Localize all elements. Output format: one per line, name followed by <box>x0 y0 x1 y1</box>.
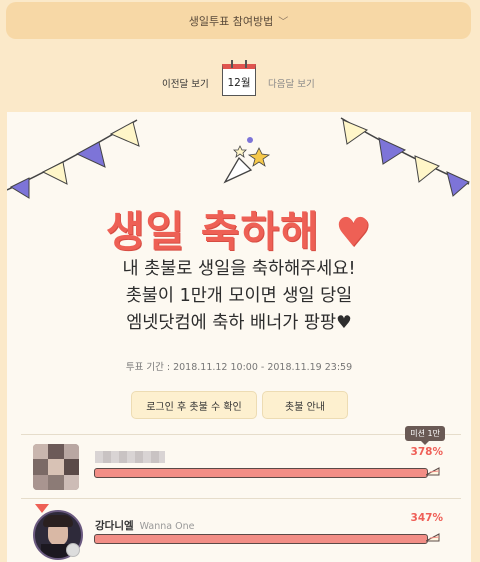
description-line: 내 촛불로 생일을 축하해주세요! <box>122 259 356 279</box>
vote-percent: 347% <box>410 512 443 524</box>
birthday-vote-card: 생일 축하해 ♥ 내 촛불로 생일을 축하해주세요! 촛불이 1만개 모이면 생… <box>7 112 471 562</box>
flag-icon <box>35 504 49 513</box>
chevron-down-icon: ﹀ <box>278 17 289 28</box>
mission-badge: 미션 1만 <box>405 426 445 445</box>
banner-description: 내 촛불로 생일을 축하해주세요! 촛불이 1만개 모이면 생일 당일 엠넷닷컴… <box>7 256 471 337</box>
row-divider <box>21 498 461 499</box>
heart-icon: ♥ <box>335 210 373 256</box>
current-month-label: 12월 <box>227 76 251 89</box>
artist-name: 강다니엘 <box>95 520 134 532</box>
check-badge-icon <box>66 543 80 557</box>
party-popper-icon <box>223 137 271 184</box>
howto-label: 생일투표 참여방법 <box>188 14 274 28</box>
description-line: 촛불이 1만개 모이면 생일 당일 <box>125 286 353 306</box>
artist-name-line: 강다니엘 Wanna One <box>95 518 194 533</box>
next-month-link[interactable]: 다음달 보기 <box>268 76 315 90</box>
avatar <box>33 444 79 490</box>
login-check-candles-button[interactable]: 로그인 후 촛불 수 확인 <box>131 391 257 419</box>
artist-group: Wanna One <box>139 521 195 532</box>
obscured-name <box>95 451 165 463</box>
banner-title-text: 생일 축하해 <box>105 207 320 256</box>
bunting-decoration <box>7 117 470 199</box>
progress-bar <box>94 468 428 478</box>
vote-period: 투표 기간 : 2018.11.12 10:00 - 2018.11.19 23… <box>125 362 353 373</box>
calendar-icon: 12월 <box>222 60 256 96</box>
month-navigation: 이전달 보기 12월 다음달 보기 <box>0 60 480 102</box>
cake-icon <box>426 467 440 476</box>
description-line: 엠넷닷컴에 축하 배너가 팡팡♥ <box>126 313 352 333</box>
row-divider <box>21 434 461 435</box>
progress-bar <box>94 534 428 544</box>
candle-guide-button[interactable]: 촛불 안내 <box>262 391 348 419</box>
banner-title: 생일 축하해 ♥ <box>7 198 471 259</box>
howto-button[interactable]: 생일투표 참여방법 ﹀ <box>6 2 471 39</box>
prev-month-link[interactable]: 이전달 보기 <box>162 76 209 90</box>
cake-icon <box>426 533 440 542</box>
vote-percent: 378% <box>410 446 443 458</box>
